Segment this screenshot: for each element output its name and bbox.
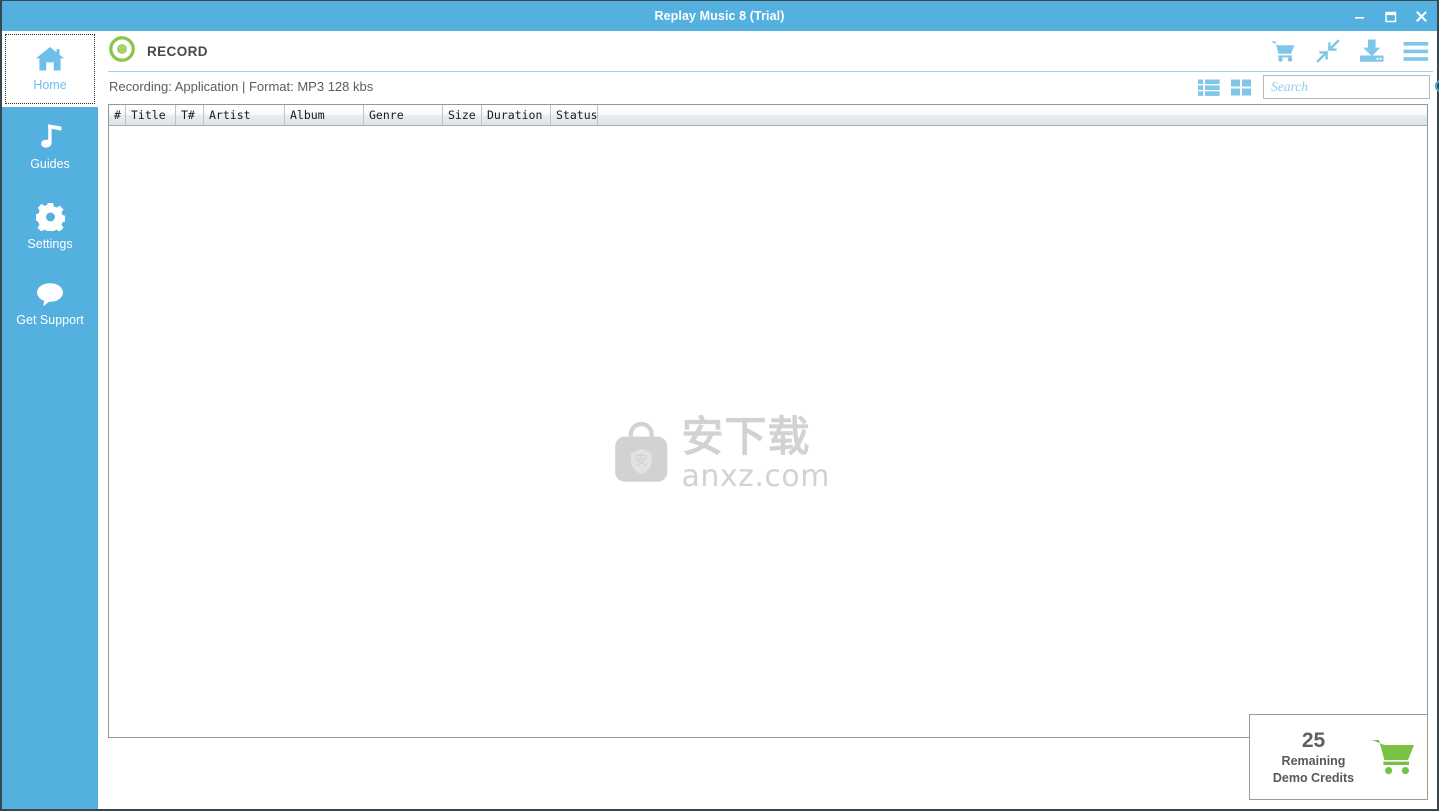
hamburger-menu-icon	[1403, 41, 1429, 61]
column-header-duration[interactable]: Duration	[482, 105, 551, 125]
sidebar-item-get-support[interactable]: Get Support	[2, 265, 98, 343]
sidebar: Home Guides Settings Get Support	[2, 31, 98, 809]
buy-credits-button[interactable]	[1371, 737, 1427, 777]
column-header-artist[interactable]: Artist	[204, 105, 285, 125]
window-controls	[1344, 1, 1437, 31]
cart-icon	[1271, 40, 1295, 62]
bag-icon: 安	[615, 421, 668, 482]
collapse-button[interactable]	[1313, 36, 1343, 66]
table-body[interactable]: 安 安下载 anxz.com	[109, 126, 1427, 737]
green-cart-icon	[1372, 740, 1414, 775]
list-view-icon	[1198, 79, 1220, 96]
minimize-icon	[1355, 16, 1364, 19]
sidebar-item-guides[interactable]: Guides	[2, 107, 98, 187]
column-header-title[interactable]: Title	[126, 105, 176, 125]
sidebar-item-home[interactable]: Home	[2, 31, 98, 107]
record-bar: RECORD	[98, 31, 1437, 71]
sidebar-item-label-get-support: Get Support	[16, 312, 84, 327]
gear-icon	[35, 202, 65, 231]
watermark-chinese: 安下载	[681, 411, 811, 461]
record-button[interactable]: RECORD	[109, 35, 208, 67]
window-title: Replay Music 8 (Trial)	[654, 9, 785, 23]
application-window: Replay Music 8 (Trial) Home Guides Setti…	[0, 0, 1439, 811]
status-row: Recording: Application | Format: MP3 128…	[98, 72, 1439, 104]
sidebar-item-label-home: Home	[33, 78, 67, 93]
search-button[interactable]	[1434, 76, 1439, 98]
watermark-text: 安下载 anxz.com	[681, 411, 830, 494]
close-icon	[1416, 10, 1427, 22]
watermark-latin: anxz.com	[681, 458, 830, 494]
close-button[interactable]	[1406, 1, 1437, 31]
demo-credits-panel[interactable]: 25 Remaining Demo Credits	[1249, 714, 1428, 800]
download-icon	[1360, 39, 1384, 62]
record-label: RECORD	[147, 43, 208, 59]
minimize-button[interactable]	[1344, 1, 1375, 31]
svg-text:安: 安	[635, 453, 648, 468]
sidebar-item-label-guides: Guides	[30, 157, 70, 172]
search-box[interactable]	[1263, 75, 1439, 99]
column-header-size[interactable]: Size	[443, 105, 482, 125]
demo-credits-line2: Demo Credits	[1272, 770, 1355, 785]
speech-bubble-icon	[35, 282, 65, 307]
column-header-status[interactable]: Status	[551, 105, 598, 125]
maximize-icon	[1385, 11, 1397, 22]
collapse-arrows-icon	[1316, 39, 1340, 63]
demo-credits-line1: Remaining	[1281, 753, 1346, 768]
demo-credits-count: 25	[1301, 728, 1326, 752]
view-toggles	[1197, 77, 1253, 97]
grid-view-button[interactable]	[1229, 77, 1253, 97]
sidebar-item-settings[interactable]: Settings	[2, 187, 98, 265]
home-icon	[35, 46, 65, 72]
column-header-filler[interactable]	[598, 105, 1427, 125]
grid-view-icon	[1230, 79, 1251, 95]
tracks-table[interactable]: # Title T# Artist Album Genre Size Durat…	[108, 104, 1428, 738]
column-header-number[interactable]: #	[109, 105, 126, 125]
menu-button[interactable]	[1401, 36, 1431, 66]
column-header-track[interactable]: T#	[176, 105, 204, 125]
list-view-button[interactable]	[1197, 77, 1221, 97]
maximize-button[interactable]	[1375, 1, 1406, 31]
table-header-row: # Title T# Artist Album Genre Size Durat…	[109, 105, 1427, 126]
watermark: 安 安下载 anxz.com	[610, 404, 830, 504]
toolbar	[1269, 31, 1431, 71]
record-circle-icon	[109, 35, 135, 67]
download-button[interactable]	[1357, 36, 1387, 66]
title-bar[interactable]: Replay Music 8 (Trial)	[2, 1, 1437, 31]
demo-credits-text: 25 Remaining Demo Credits	[1250, 728, 1371, 787]
search-input[interactable]	[1264, 79, 1434, 95]
recording-status-text: Recording: Application | Format: MP3 128…	[109, 79, 374, 94]
music-note-icon	[37, 123, 64, 151]
sidebar-item-label-settings: Settings	[27, 236, 73, 251]
main-content: RECORD Recording: Application | Format: …	[98, 31, 1439, 809]
column-header-album[interactable]: Album	[285, 105, 364, 125]
cart-button[interactable]	[1269, 36, 1299, 66]
search-icon	[1434, 79, 1439, 92]
column-header-genre[interactable]: Genre	[364, 105, 443, 125]
